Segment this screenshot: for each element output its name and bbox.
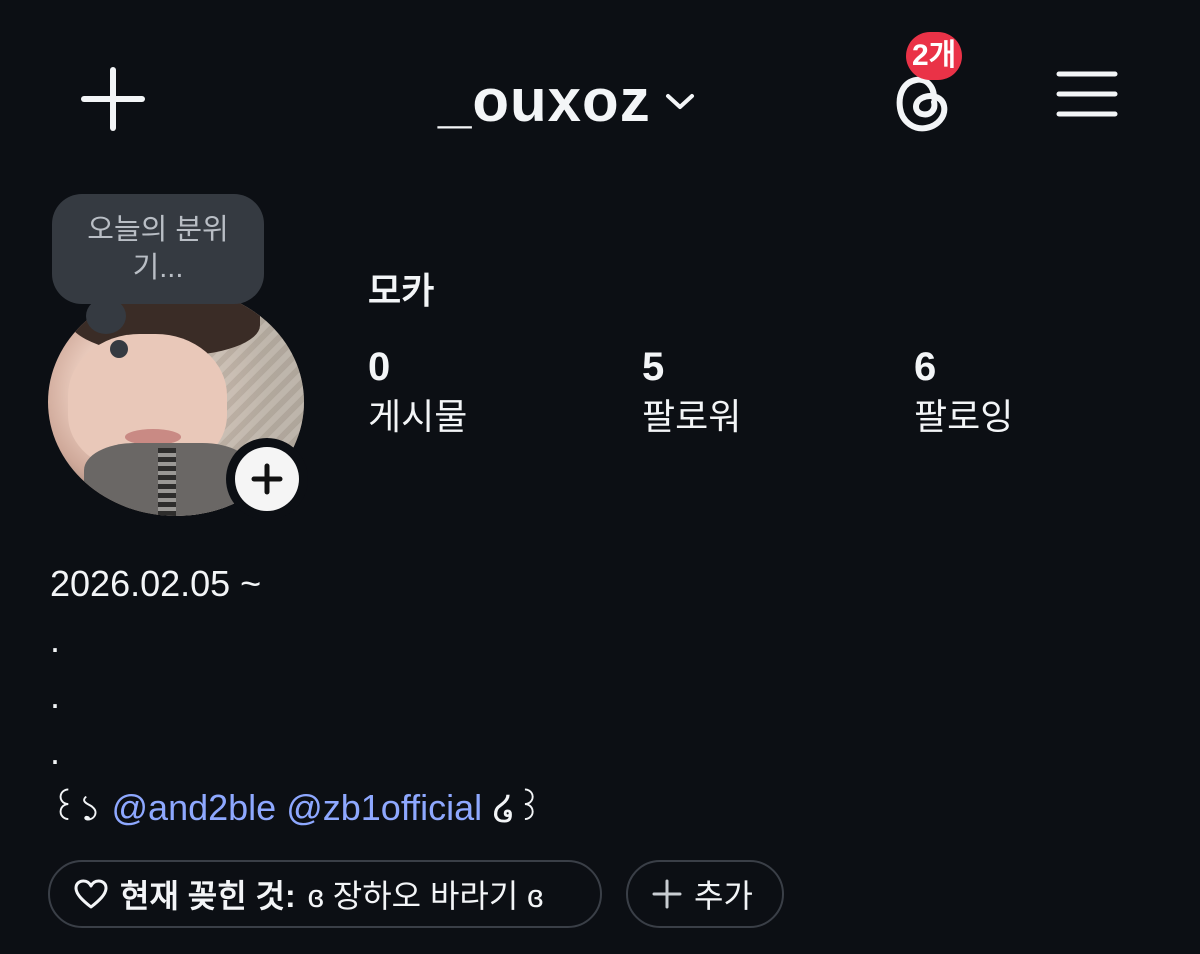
bio-dot: . bbox=[50, 731, 61, 772]
bio-line-date: 2026.02.05 ~ bbox=[50, 563, 262, 604]
add-story-circle bbox=[235, 447, 299, 511]
display-name: 모카 bbox=[368, 270, 435, 311]
interest-chip-label: 현재 꽂힌 것: bbox=[120, 878, 296, 914]
avatar-zipper bbox=[158, 447, 176, 516]
username-title[interactable]: _ouxoz bbox=[438, 68, 651, 134]
stat-posts-count: 0 bbox=[368, 345, 391, 389]
note-text: 오늘의 분위기... bbox=[87, 214, 229, 284]
add-chip-label: 추가 bbox=[694, 878, 753, 914]
plus-icon bbox=[251, 463, 283, 495]
interest-chip-value: ɞ 장하오 바라기 ɞ bbox=[307, 878, 544, 914]
stat-followers-count: 5 bbox=[642, 345, 665, 389]
stat-following-count: 6 bbox=[914, 345, 937, 389]
stat-posts-label: 게시물 bbox=[368, 396, 468, 437]
notification-badge: 2개 bbox=[906, 32, 963, 80]
heart-icon bbox=[74, 879, 108, 909]
stat-followers-label: 팔로워 bbox=[642, 396, 742, 437]
mention-link[interactable]: @zb1official bbox=[286, 787, 482, 828]
plus-icon bbox=[652, 879, 682, 909]
stat-followers[interactable]: 5 팔로워 bbox=[642, 344, 741, 442]
stat-following[interactable]: 6 팔로잉 bbox=[914, 344, 1013, 442]
bio-mentions-line: ꒰১ @and2ble @zb1official ໒꒱ bbox=[50, 780, 543, 836]
add-story-button[interactable] bbox=[226, 438, 308, 520]
note-bubble-tail-dot bbox=[110, 340, 128, 358]
create-plus-icon[interactable] bbox=[80, 66, 146, 132]
chevron-down-icon bbox=[665, 94, 694, 109]
bio: 2026.02.05 ~ . . . ꒰১ @and2ble @zb1offic… bbox=[50, 556, 543, 836]
profile-page: _ouxoz 2개 오늘의 분위기... 모카 0 게시물 5 팔로워 6 팔로… bbox=[0, 0, 1200, 954]
add-chip-button[interactable]: 추가 bbox=[626, 860, 784, 928]
hamburger-menu-icon[interactable] bbox=[1056, 70, 1118, 118]
bio-deco-left: ꒰১ bbox=[50, 787, 102, 828]
stat-posts[interactable]: 0 게시물 bbox=[368, 344, 467, 442]
stat-following-label: 팔로잉 bbox=[914, 396, 1014, 437]
bio-dot: . bbox=[50, 675, 61, 716]
bio-deco-right: ໒꒱ bbox=[492, 787, 544, 828]
bio-dot: . bbox=[50, 619, 61, 660]
account-switcher[interactable]: _ouxoz bbox=[438, 68, 695, 134]
interest-chip[interactable]: 현재 꽂힌 것: ɞ 장하오 바라기 ɞ bbox=[48, 860, 602, 928]
mention-link[interactable]: @and2ble bbox=[112, 787, 277, 828]
note-bubble[interactable]: 오늘의 분위기... bbox=[52, 194, 264, 304]
